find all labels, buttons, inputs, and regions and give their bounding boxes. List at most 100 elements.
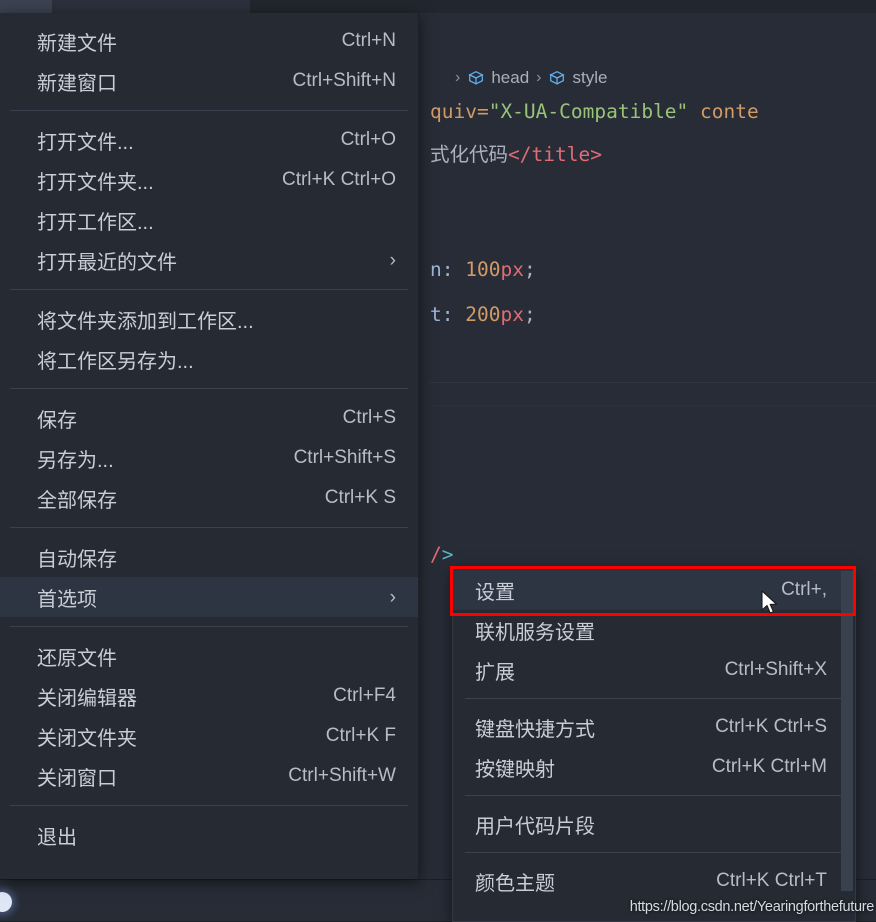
- editor-rule: [430, 382, 876, 383]
- cube-icon: [548, 69, 566, 87]
- menu-item-label: 打开最近的文件: [37, 251, 177, 274]
- menu-item-shortcut: Ctrl+O: [340, 129, 396, 150]
- menu-item-label: 联机服务设置: [475, 621, 595, 644]
- menu-item-shortcut: Ctrl+Shift+N: [292, 70, 396, 91]
- menu-item-save-workspace-as[interactable]: 将工作区另存为...: [0, 339, 418, 379]
- menu-item-label: 新建窗口: [37, 72, 117, 95]
- menu-item-open-folder[interactable]: 打开文件夹... Ctrl+K Ctrl+O: [0, 160, 418, 200]
- code-token: 100: [465, 258, 501, 281]
- menu-item-label: 退出: [37, 826, 77, 849]
- menu-item-shortcut: Ctrl+K Ctrl+S: [715, 716, 827, 737]
- menu-item-label: 全部保存: [37, 489, 117, 512]
- menu-item-label: 设置: [475, 581, 515, 604]
- menu-item-label: 用户代码片段: [475, 815, 595, 838]
- code-line-width-line: n: 100px;: [430, 258, 536, 281]
- breadcrumb-separator-leading: ›: [455, 69, 461, 86]
- menu-item-label: 首选项: [37, 588, 97, 611]
- menu-item-label: 将工作区另存为...: [37, 350, 194, 373]
- code-token: ;: [523, 258, 536, 281]
- code-token: 200: [465, 303, 501, 326]
- tab-active[interactable]: [0, 0, 52, 13]
- chevron-right-icon: ›: [389, 249, 396, 271]
- menu-item-save-all[interactable]: 全部保存 Ctrl+K S: [0, 478, 418, 518]
- tab-bar[interactable]: [0, 0, 876, 13]
- code-line-height-line: t: 200px;: [430, 303, 536, 326]
- code-token: px: [500, 258, 524, 281]
- menu-item-shortcut: Ctrl+N: [341, 30, 396, 51]
- menu-item-label: 扩展: [475, 661, 515, 684]
- menu-item-settings[interactable]: 设置 Ctrl+,: [453, 570, 855, 610]
- menu-item-revert-file[interactable]: 还原文件: [0, 636, 418, 676]
- menu-divider: [10, 388, 408, 389]
- menu-item-preferences[interactable]: 首选项 ›: [0, 577, 418, 617]
- preferences-submenu[interactable]: 设置 Ctrl+, 联机服务设置 扩展 Ctrl+Shift+X 键盘快捷方式 Ctrl+K…: [452, 568, 856, 922]
- tab-strip[interactable]: [52, 0, 250, 13]
- menu-item-add-folder-to-workspace[interactable]: 将文件夹添加到工作区...: [0, 299, 418, 339]
- menu-divider: [10, 110, 408, 111]
- menu-item-shortcut: Ctrl+K S: [324, 487, 396, 508]
- menu-item-shortcut: Ctrl+K Ctrl+M: [711, 756, 827, 777]
- menu-item-label: 关闭编辑器: [37, 687, 137, 710]
- menu-item-label: 按键映射: [475, 758, 555, 781]
- menu-item-label: 关闭文件夹: [37, 727, 137, 750]
- menu-item-save-as[interactable]: 另存为... Ctrl+Shift+S: [0, 438, 418, 478]
- menu-item-close-folder[interactable]: 关闭文件夹 Ctrl+K F: [0, 716, 418, 756]
- menu-item-shortcut: Ctrl+K Ctrl+O: [281, 169, 396, 190]
- code-token: t:: [430, 303, 466, 326]
- menu-item-exit[interactable]: 退出: [0, 815, 418, 855]
- menu-divider: [465, 795, 843, 796]
- menu-item-label: 新建文件: [37, 32, 117, 55]
- menu-item-new-file[interactable]: 新建文件 Ctrl+N: [0, 21, 418, 61]
- menu-item-shortcut: Ctrl+K F: [325, 725, 396, 746]
- menu-item-save[interactable]: 保存 Ctrl+S: [0, 398, 418, 438]
- menu-item-online-services-settings[interactable]: 联机服务设置: [453, 610, 855, 650]
- code-token: /: [430, 543, 442, 566]
- menu-item-shortcut: Ctrl+S: [342, 407, 396, 428]
- menu-item-keymaps[interactable]: 按键映射 Ctrl+K Ctrl+M: [453, 747, 855, 787]
- code-token: "X-UA-Compatible": [488, 100, 689, 123]
- menu-item-label: 颜色主题: [475, 872, 555, 895]
- menu-item-label: 将文件夹添加到工作区...: [37, 310, 254, 333]
- menu-item-extensions[interactable]: 扩展 Ctrl+Shift+X: [453, 650, 855, 690]
- code-token: </title>: [508, 143, 602, 166]
- menu-item-open-recent[interactable]: 打开最近的文件 ›: [0, 240, 418, 280]
- code-token: 式化代码: [430, 143, 509, 166]
- file-menu[interactable]: 新建文件 Ctrl+N 新建窗口 Ctrl+Shift+N 打开文件... Ctrl+O 打…: [0, 13, 419, 879]
- cube-icon: [467, 69, 485, 87]
- menu-item-label: 打开工作区...: [37, 211, 154, 234]
- menu-item-keyboard-shortcuts[interactable]: 键盘快捷方式 Ctrl+K Ctrl+S: [453, 707, 855, 747]
- status-indicator-dot: [0, 892, 12, 912]
- menu-divider: [10, 805, 408, 806]
- code-token: >: [441, 543, 454, 566]
- menu-item-open-file[interactable]: 打开文件... Ctrl+O: [0, 120, 418, 160]
- code-token: quiv=: [430, 100, 489, 123]
- menu-item-close-editor[interactable]: 关闭编辑器 Ctrl+F4: [0, 676, 418, 716]
- menu-item-shortcut: Ctrl+Shift+W: [288, 765, 396, 786]
- code-token: px: [500, 303, 524, 326]
- menu-item-label: 关闭窗口: [37, 767, 117, 790]
- breadcrumb-label: style: [572, 68, 608, 87]
- menu-item-open-workspace[interactable]: 打开工作区...: [0, 200, 418, 240]
- menu-divider: [10, 626, 408, 627]
- code-line-selfclose-line: />: [430, 543, 454, 566]
- menu-item-label: 自动保存: [37, 548, 117, 571]
- menu-item-shortcut: Ctrl+Shift+X: [724, 659, 827, 680]
- menu-item-color-theme[interactable]: 颜色主题 Ctrl+K Ctrl+T: [453, 861, 855, 901]
- breadcrumb-item-style[interactable]: style: [548, 68, 607, 88]
- menu-item-user-snippets[interactable]: 用户代码片段: [453, 804, 855, 844]
- submenu-scrollbar[interactable]: [841, 571, 853, 891]
- menu-item-auto-save[interactable]: 自动保存: [0, 537, 418, 577]
- code-line-title-line: 式化代码</title>: [430, 138, 602, 167]
- menu-item-label: 保存: [37, 409, 77, 432]
- menu-item-new-window[interactable]: 新建窗口 Ctrl+Shift+N: [0, 61, 418, 101]
- menu-divider: [10, 527, 408, 528]
- menu-divider: [465, 852, 843, 853]
- chevron-right-icon: ›: [389, 586, 396, 608]
- code-token: n:: [430, 258, 466, 281]
- editor-rule: [430, 405, 876, 406]
- menu-item-label: 还原文件: [37, 647, 117, 670]
- breadcrumb-label: head: [491, 68, 530, 87]
- breadcrumb-item-head[interactable]: head: [467, 68, 529, 88]
- menu-item-label: 另存为...: [37, 449, 114, 472]
- menu-item-close-window[interactable]: 关闭窗口 Ctrl+Shift+W: [0, 756, 418, 796]
